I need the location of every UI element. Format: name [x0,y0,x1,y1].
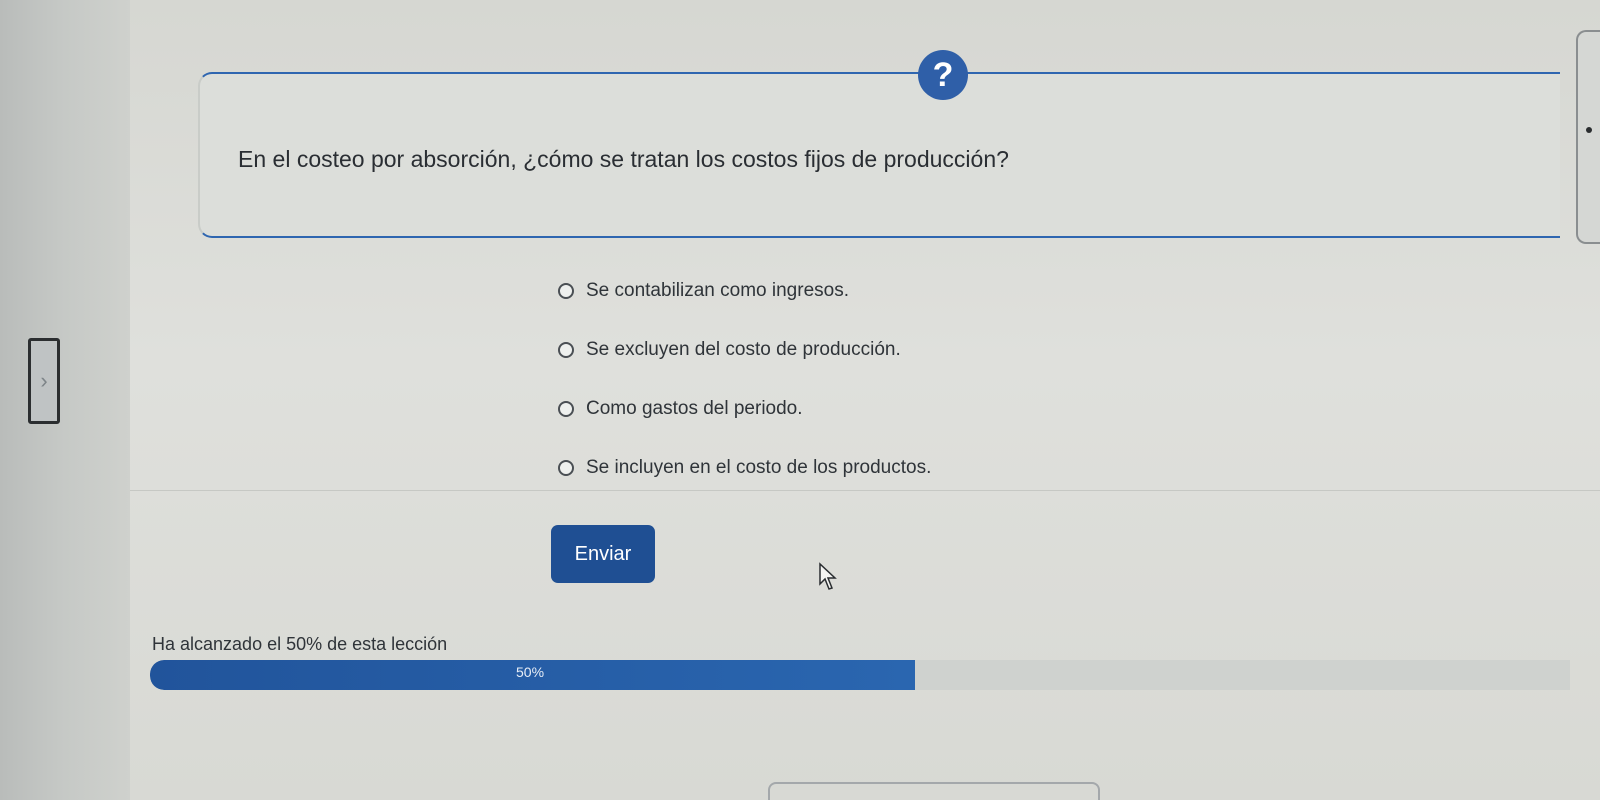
sidebar-toggle-button[interactable]: › [28,338,60,424]
answer-option-1[interactable]: Se contabilizan como ingresos. [558,278,931,304]
bottom-panel-edge [768,782,1100,800]
question-card: ? En el costeo por absorción, ¿cómo se t… [198,50,1560,238]
progress-text: Ha alcanzado el 50% de esta lección [152,634,448,654]
submit-button[interactable]: Enviar [551,525,655,583]
answer-option-label: Se incluyen en el costo de los productos… [586,457,932,478]
lesson-page: › ? En el costeo por absorción, ¿cómo se… [0,0,1600,800]
radio-button[interactable] [558,460,574,476]
section-divider [130,490,1600,491]
answer-option-label: Se contabilizan como ingresos. [586,280,849,301]
answer-option-4[interactable]: Se incluyen en el costo de los productos… [558,455,931,481]
right-panel-dot [1586,127,1592,133]
right-panel-tab[interactable] [1576,30,1600,244]
chevron-right-icon: › [40,368,48,393]
radio-button[interactable] [558,401,574,417]
answer-option-label: Como gastos del periodo. [586,398,803,419]
mouse-cursor-icon [819,562,837,590]
question-mark-icon: ? [918,50,968,100]
radio-button[interactable] [558,283,574,299]
answer-option-label: Se excluyen del costo de producción. [586,339,901,360]
radio-button[interactable] [558,342,574,358]
answer-options: Se contabilizan como ingresos. Se excluy… [558,278,931,514]
left-sidebar: › [0,0,130,800]
progress-value: 50% [516,664,545,680]
question-text: En el costeo por absorción, ¿cómo se tra… [238,146,1009,172]
progress-bar: 50% [150,660,1570,690]
answer-option-2[interactable]: Se excluyen del costo de producción. [558,337,931,363]
answer-option-3[interactable]: Como gastos del periodo. [558,396,931,422]
